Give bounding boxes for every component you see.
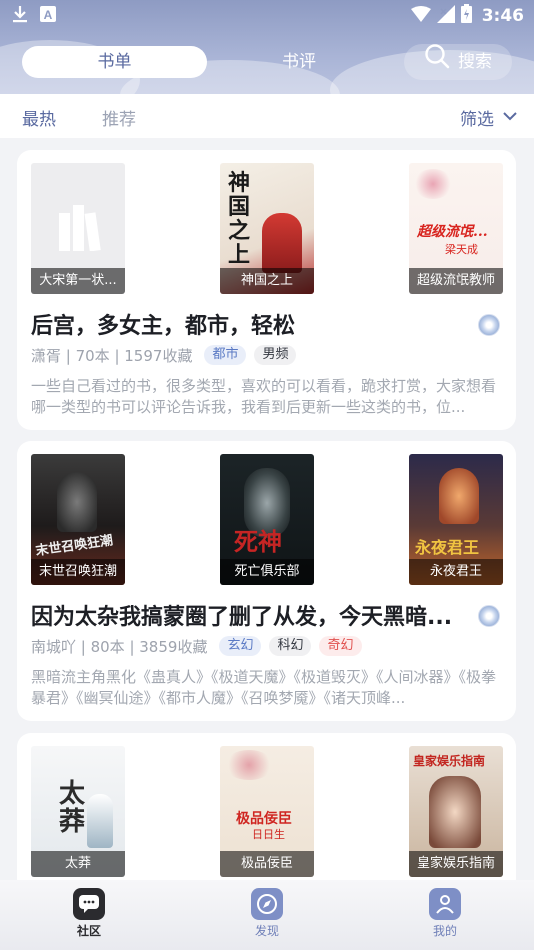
cover-figure [87, 794, 113, 848]
book-cover-caption: 末世召唤狂潮 [31, 559, 125, 585]
book-cover-caption: 超级流氓教师 [409, 268, 503, 294]
book-cover[interactable]: 神国之上 神国之上 [220, 163, 314, 294]
notification-a-icon: A [40, 6, 56, 27]
sort-hot[interactable]: 最热 [22, 105, 56, 130]
cover-title-art: 超级流氓... [417, 224, 488, 240]
download-icon [12, 5, 28, 28]
book-cover[interactable]: 极品佞臣 日日生 极品佞臣 [220, 746, 314, 877]
signal-icon [436, 4, 455, 28]
book-cover[interactable]: 超级流氓... 梁天成 超级流氓教师 [409, 163, 503, 294]
book-placeholder-icon [57, 201, 101, 255]
nav-label: 社区 [76, 924, 101, 938]
battery-icon [460, 4, 472, 28]
genre-tag[interactable]: 都市 [204, 345, 247, 365]
tab-reviews[interactable]: 书评 [262, 46, 336, 78]
cover-title-art: 永夜君王 [415, 538, 480, 557]
book-cover-caption: 皇家娱乐指南 [409, 851, 503, 877]
book-cover[interactable]: 太莽 太莽 [31, 746, 125, 877]
book-cover-caption: 极品佞臣 [220, 851, 314, 877]
booklist-card[interactable]: 大宋第一状... 神国之上 神国之上 超级流氓... 梁天成 超级流氓教师 后宫… [17, 150, 516, 430]
status-bar: A 3:46 [0, 0, 534, 30]
book-cover-caption: 太莽 [31, 851, 125, 877]
genre-tag[interactable]: 奇幻 [319, 636, 362, 656]
genre-tag[interactable]: 玄幻 [219, 636, 262, 656]
booklist-description: 黑暗流主角黑化《蛊真人》《极道天魔》《极道毁灭》《人间冰器》《极拳暴君》《幽冥仙… [31, 668, 497, 707]
cover-figure [262, 213, 302, 273]
cover-author-art: 梁天成 [445, 243, 478, 256]
booklist-meta: 南城吖 | 80本 | 3859收藏 [31, 637, 208, 656]
sort-recommend[interactable]: 推荐 [102, 105, 136, 130]
cover-blossom [224, 750, 274, 780]
chat-bubble-icon [73, 888, 105, 920]
book-cover-caption: 神国之上 [220, 268, 314, 294]
book-cover[interactable]: 大宋第一状... [31, 163, 125, 294]
medal-icon [478, 314, 500, 336]
wifi-icon [410, 5, 431, 27]
book-cover-caption: 死亡俱乐部 [220, 559, 314, 585]
cover-title-art: 极品佞臣 [236, 811, 292, 827]
booklist-title: 因为太杂我搞蒙圈了删了从发，今天黑暗... [31, 605, 453, 630]
bottom-nav: 社区 发现 我的 [0, 880, 534, 950]
cover-author-art: 日日生 [252, 828, 285, 841]
booklist-title: 后宫，多女主，都市，轻松 [31, 314, 296, 339]
person-icon [429, 888, 461, 920]
cover-title-art: 太莽 [59, 779, 86, 837]
cover-title-art: 死神 [234, 527, 282, 556]
compass-icon [251, 888, 283, 920]
book-cover[interactable]: 死神 死亡俱乐部 [220, 454, 314, 585]
cover-figure [429, 776, 481, 848]
app-header: A 3:46 书单 书评 搜索 [0, 0, 534, 94]
book-cover-caption: 大宋第一状... [31, 268, 125, 294]
booklist-card[interactable]: 末世召唤狂潮 末世召唤狂潮 死神 死亡俱乐部 永夜君王 永夜君王 因为太杂我搞蒙… [17, 441, 516, 721]
nav-label: 我的 [432, 924, 457, 938]
cover-title-art: 皇家娱乐指南 [413, 754, 486, 768]
status-time: 3:46 [481, 6, 524, 26]
cover-title-art: 神国之上 [228, 170, 251, 268]
book-cover[interactable]: 皇家娱乐指南 皇家娱乐指南 [409, 746, 503, 877]
nav-label: 发现 [254, 924, 279, 938]
book-cover[interactable]: 永夜君王 永夜君王 [409, 454, 503, 585]
genre-tag[interactable]: 男频 [254, 345, 297, 365]
svg-text:A: A [44, 8, 53, 22]
medal-icon [478, 605, 500, 627]
cover-figure [57, 472, 97, 532]
genre-tag[interactable]: 科幻 [269, 636, 312, 656]
cover-title-art: 末世召唤狂潮 [34, 533, 115, 560]
search-icon [424, 43, 450, 82]
booklist-meta: 潇胥 | 70本 | 1597收藏 [31, 346, 193, 365]
chevron-down-icon[interactable] [502, 107, 518, 126]
booklist-description: 一些自己看过的书，很多类型，喜欢的可以看看，跪求打赏，大家想看哪一类型的书可以评… [31, 377, 497, 416]
header-tabs: 书单 书评 搜索 [22, 43, 512, 82]
booklist-card[interactable]: 太莽 太莽 极品佞臣 日日生 极品佞臣 皇家娱乐指南 皇家娱乐指南 [17, 733, 516, 893]
search-label: 搜索 [458, 52, 492, 72]
search-button[interactable]: 搜索 [404, 43, 512, 82]
book-cover[interactable]: 末世召唤狂潮 末世召唤狂潮 [31, 454, 125, 585]
nav-mine[interactable]: 我的 [405, 888, 485, 939]
cover-blossom [413, 169, 453, 199]
tab-booklist[interactable]: 书单 [22, 46, 207, 78]
cover-figure [439, 468, 479, 524]
filter-button[interactable]: 筛选 [460, 105, 494, 130]
filter-bar: 最热 推荐 筛选 [0, 94, 534, 138]
nav-community[interactable]: 社区 [49, 888, 129, 939]
book-cover-caption: 永夜君王 [409, 559, 503, 585]
nav-discover[interactable]: 发现 [227, 888, 307, 939]
